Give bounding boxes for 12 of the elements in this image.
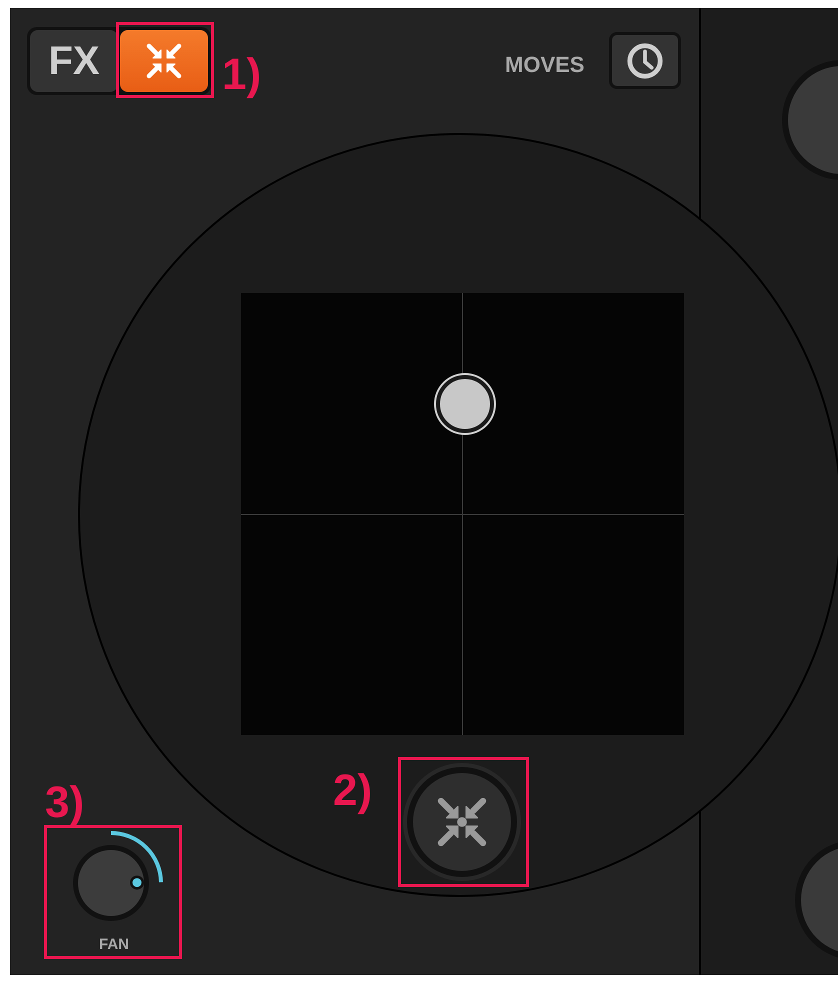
moves-history-button[interactable]	[609, 32, 681, 89]
arrows-inward-icon	[144, 41, 184, 81]
fx-tab[interactable]: FX	[30, 30, 118, 92]
knob-indicator-dot	[130, 876, 144, 890]
annotation-number: 1)	[222, 49, 262, 101]
pad-mode-tab[interactable]	[120, 30, 208, 92]
clock-icon	[626, 42, 664, 80]
annotation-number: 3)	[45, 777, 84, 829]
moves-label: MOVES	[505, 51, 584, 79]
pad-puck[interactable]	[436, 375, 494, 433]
annotation-number: 2)	[333, 765, 372, 817]
knob-label: FAN	[99, 935, 129, 955]
